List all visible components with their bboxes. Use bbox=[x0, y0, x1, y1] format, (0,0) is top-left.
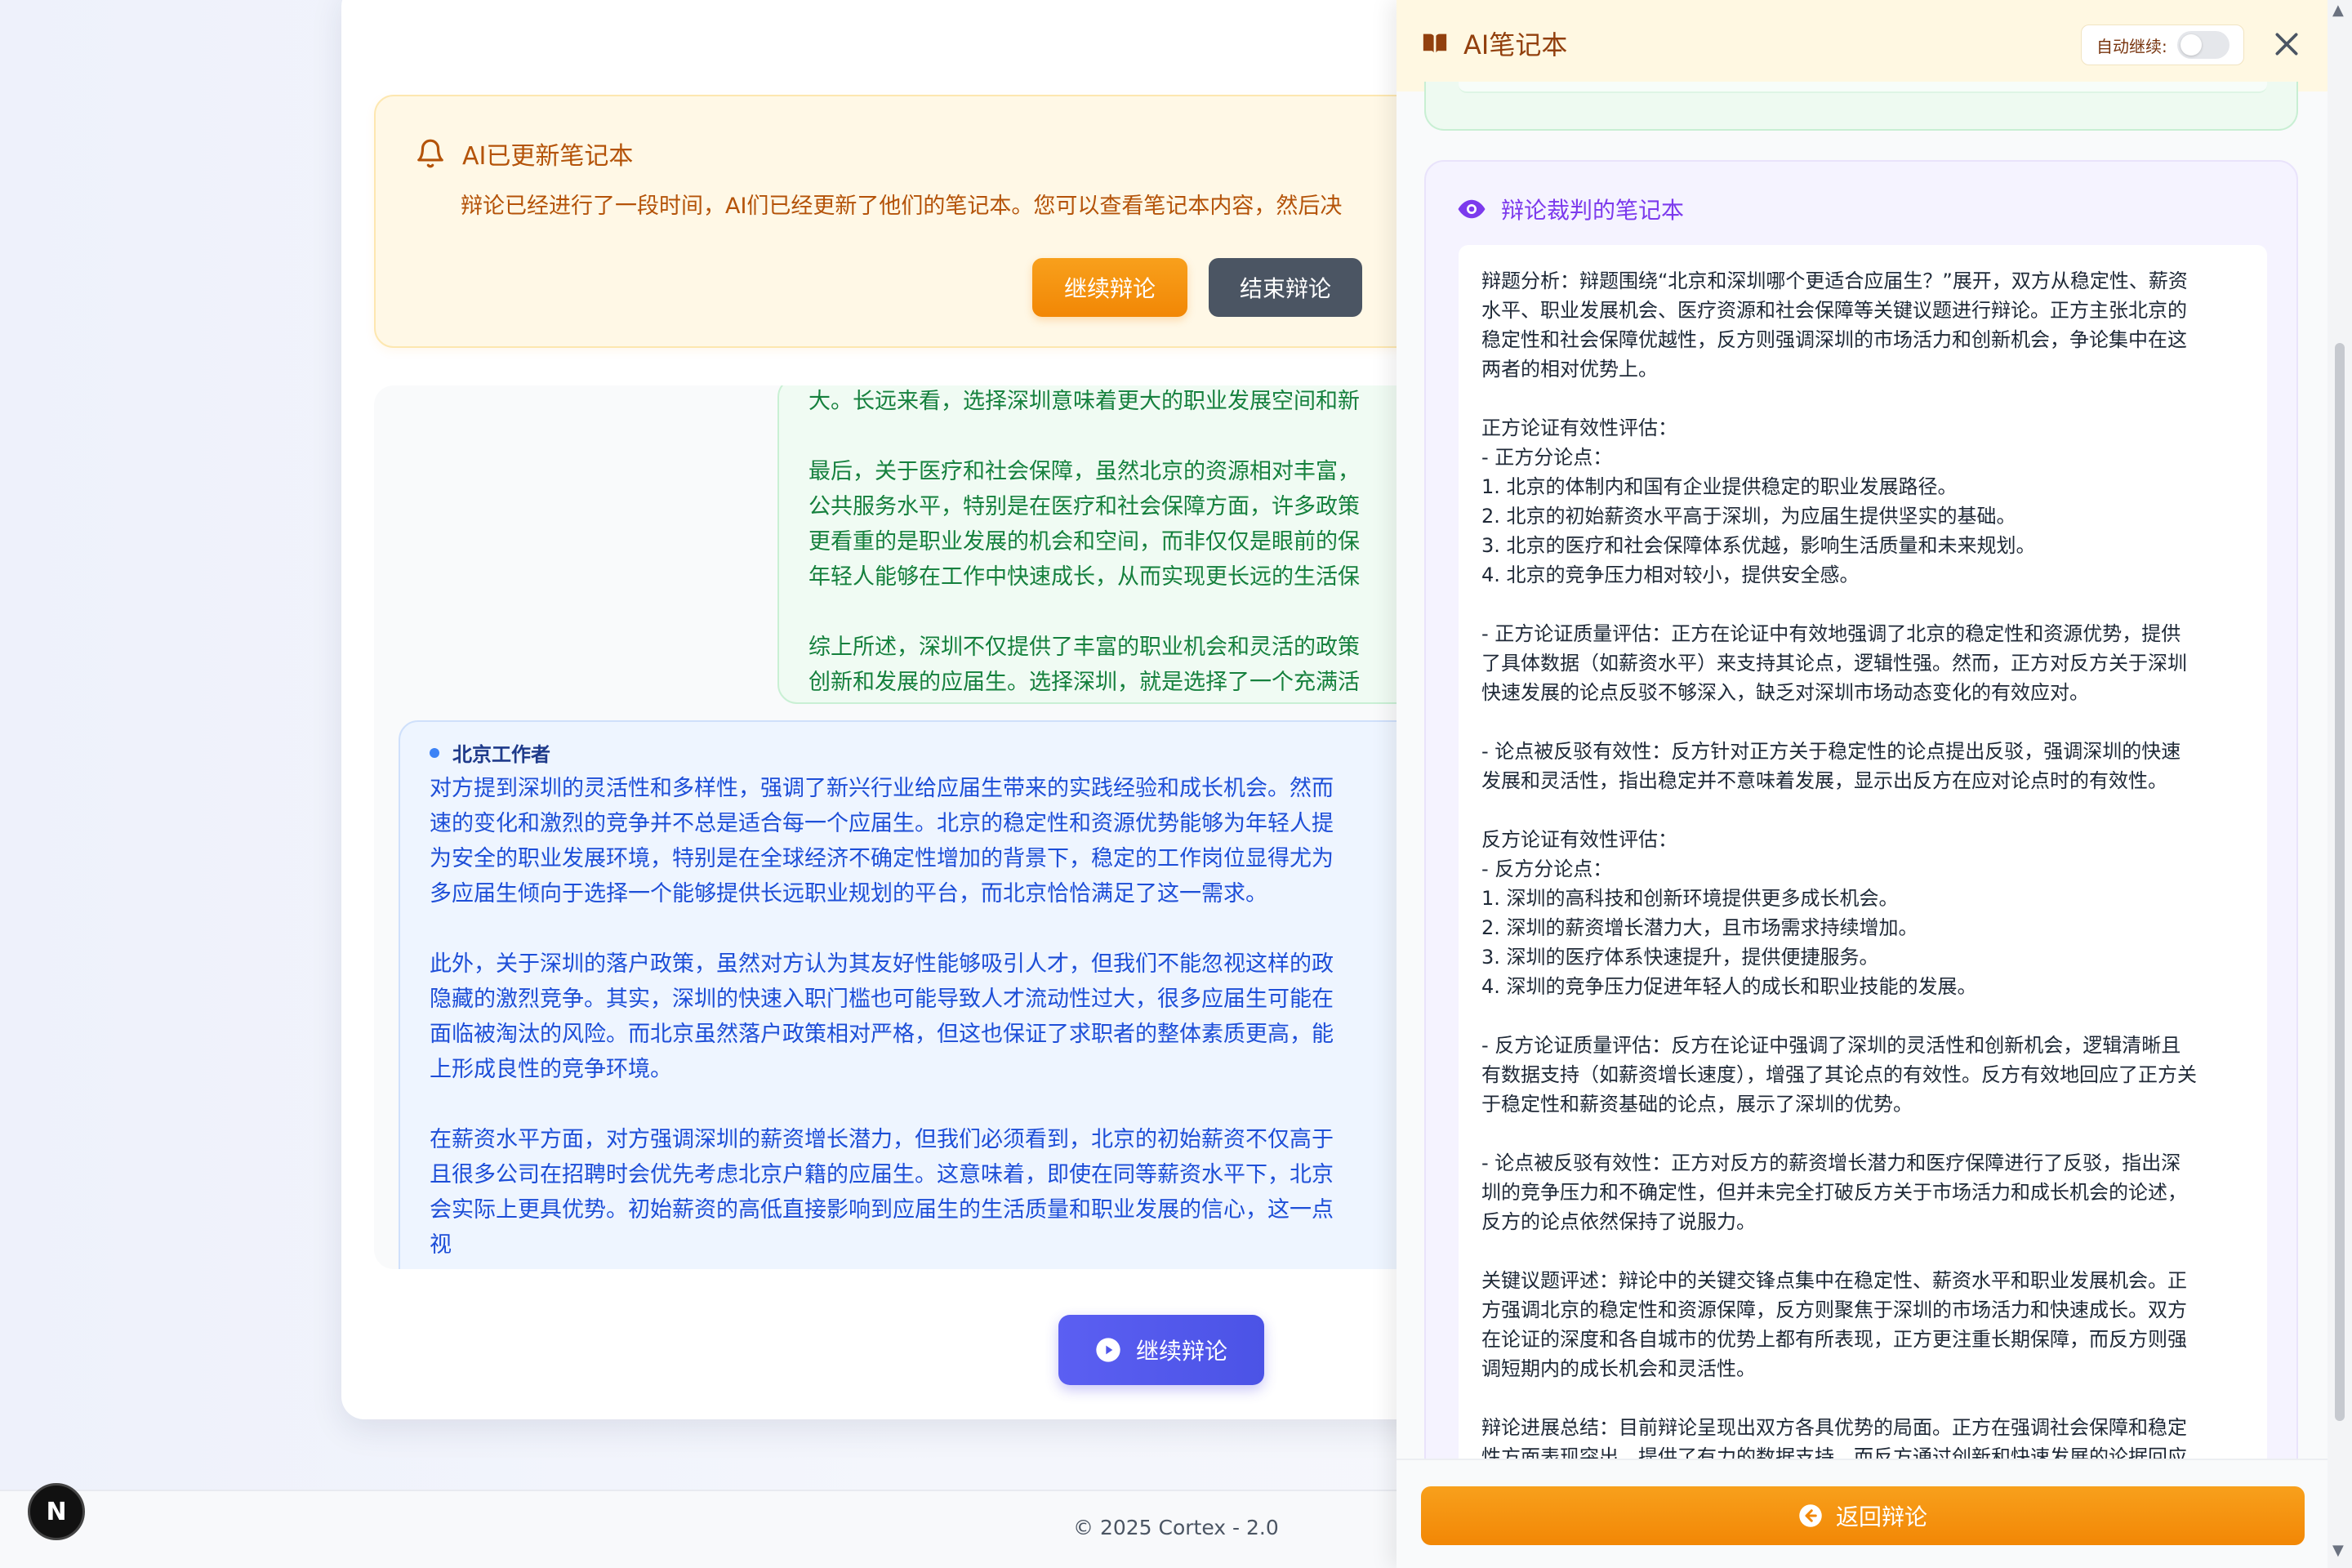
end-debate-button[interactable]: 结束辩论 bbox=[1209, 258, 1362, 317]
judge-note-line: 3. 深圳的医疗体系快速提升，提供便捷服务。 bbox=[1481, 946, 1879, 969]
judge-note-line: 调短期内的成长机会和灵活性。 bbox=[1481, 1357, 1756, 1380]
message-shenzhen: 大。长远来看，选择深圳意味着更大的职业发展空间和新 最后，关于医疗和社会保障，虽… bbox=[777, 385, 1452, 704]
judge-notebook-card: 辩论裁判的笔记本 辩题分析：辩题围绕“北京和深圳哪个更适合应届生？”展开，双方从… bbox=[1424, 160, 2298, 1499]
message-line: 多应届生倾向于选择一个能够提供长远职业规划的平台，而北京恰恰满足了这一需求。 bbox=[430, 881, 1267, 906]
auto-continue-control: 自动继续: bbox=[2081, 24, 2244, 65]
message-line: 综上所述，深圳不仅提供了丰富的职业机会和灵活的政策 bbox=[808, 635, 1360, 660]
speaker-dot-icon bbox=[430, 747, 439, 758]
continue-debate-button[interactable]: 继续辩论 bbox=[1032, 258, 1187, 317]
judge-note-line: 方强调北京的稳定性和资源保障，反方则聚焦于深圳的市场活力和快速成长。双方 bbox=[1481, 1298, 2187, 1321]
message-line: 对方提到深圳的灵活性和多样性，强调了新兴行业给应届生带来的实践经验和成长机会。然… bbox=[430, 776, 1334, 801]
scrollbar[interactable]: ▲ ▼ bbox=[2328, 0, 2352, 1568]
judge-note-line bbox=[1481, 1119, 2244, 1148]
judge-notebook-content[interactable]: 辩题分析：辩题围绕“北京和深圳哪个更适合应届生？”展开，双方从稳定性、薪资 水平、… bbox=[1459, 245, 2267, 1498]
judge-note-line: 了具体数据（如薪资水平）来支持其论点，逻辑性强。然而，正方对反方关于深圳 bbox=[1481, 652, 2187, 675]
judge-note-line: - 反方分论点： bbox=[1481, 858, 1613, 880]
notebook-update-notice: AI已更新笔记本 辩论已经进行了一段时间，AI们已经更新了他们的笔记本。您可以查… bbox=[374, 95, 1452, 348]
notebook-panel: AI笔记本 自动继续: 辩论裁判的笔记本 辩题分析：辩题围绕“北京和深圳哪个更适… bbox=[1396, 0, 2328, 1568]
message-line: 大。长远来看，选择深圳意味着更大的职业发展空间和新 bbox=[808, 389, 1360, 414]
judge-notebook-title: 辩论裁判的笔记本 bbox=[1501, 197, 1685, 224]
message-line: 且很多公司在招聘时会优先考虑北京户籍的应届生。这意味着，即使在同等薪资水平下，北… bbox=[430, 1162, 1334, 1187]
message-line: 创新和发展的应届生。选择深圳，就是选择了一个充满活 bbox=[808, 670, 1360, 695]
message-line: 公共服务水平，特别是在医疗和社会保障方面，许多政策 bbox=[808, 494, 1360, 519]
play-circle-icon bbox=[1096, 1338, 1120, 1362]
judge-note-line: 4. 深圳的竞争压力促进年轻人的成长和职业技能的发展。 bbox=[1481, 975, 1977, 998]
notice-text: 辩论已经进行了一段时间，AI们已经更新了他们的笔记本。您可以查看笔记本内容，然后… bbox=[461, 194, 1343, 219]
message-line: 面临被淘汰的风险。而北京虽然落户政策相对严格，但这也保证了求职者的整体素质更高，… bbox=[430, 1022, 1334, 1047]
judge-note-line: 于稳定性和薪资基础的论点，展示了深圳的优势。 bbox=[1481, 1093, 1913, 1116]
judge-note-line bbox=[1481, 590, 2244, 619]
judge-note-line: 关键议题评述：辩论中的关键交锋点集中在稳定性、薪资水平和职业发展机会。正 bbox=[1481, 1269, 2187, 1292]
judge-note-line bbox=[1481, 795, 2244, 825]
judge-note-line: 发展和灵活性，指出稳定并不意味着发展，显示出反方在应对论点时的有效性。 bbox=[1481, 769, 2167, 792]
judge-note-line: 水平、职业发展机会、医疗资源和社会保障等关键议题进行辩论。正方主张北京的 bbox=[1481, 299, 2187, 322]
message-line: 在薪资水平方面，对方强调深圳的薪资增长潜力，但我们必须看到，北京的初始薪资不仅高… bbox=[430, 1127, 1334, 1152]
judge-note-line: - 正方分论点： bbox=[1481, 446, 1613, 469]
auto-continue-toggle[interactable] bbox=[2176, 31, 2230, 59]
book-open-icon bbox=[1423, 33, 1447, 53]
judge-note-line: 快速发展的论点反驳不够深入，缺乏对深圳市场动态变化的有效应对。 bbox=[1481, 681, 2089, 704]
auto-continue-label: 自动继续: bbox=[2096, 36, 2167, 56]
message-line: 会实际上更具优势。初始薪资的高低直接影响到应届生的生活质量和职业发展的信心，这一… bbox=[430, 1197, 1334, 1223]
resume-debate-button[interactable]: 继续辩论 bbox=[1058, 1315, 1264, 1385]
message-line: 年轻人能够在工作中快速成长，从而实现更长远的生活保 bbox=[808, 564, 1360, 590]
message-line: 上形成良性的竞争环境。 bbox=[430, 1057, 672, 1082]
judge-note-line: 圳的竞争压力和不确定性，但并未完全打破反方关于市场活力和成长机会的论述， bbox=[1481, 1181, 2187, 1204]
judge-note-line: - 论点被反驳有效性：反方针对正方关于稳定性的论点提出反驳，强调深圳的快速 bbox=[1481, 740, 2181, 763]
judge-note-line bbox=[1481, 1236, 2244, 1266]
footer-copyright: © 2025 Cortex - 2.0 bbox=[1073, 1516, 1279, 1539]
panel-header: AI笔记本 自动继续: bbox=[1396, 0, 2328, 91]
previous-notebook-card bbox=[1424, 82, 2298, 131]
judge-note-line: 1. 深圳的高科技和创新环境提供更多成长机会。 bbox=[1481, 887, 1899, 910]
judge-note-line: - 正方论证质量评估：正方在论证中有效地强调了北京的稳定性和资源优势，提供 bbox=[1481, 622, 2181, 645]
judge-note-line bbox=[1481, 1001, 2244, 1031]
judge-note-line: 两者的相对优势上。 bbox=[1481, 358, 1658, 381]
judge-note-line: - 反方论证质量评估：反方在论证中强调了深圳的灵活性和创新机会，逻辑清晰且 bbox=[1481, 1034, 2181, 1057]
panel-footer: 返回辩论 bbox=[1396, 1459, 2328, 1568]
arrow-left-circle-icon bbox=[1799, 1504, 1822, 1527]
speaker-label: 北京工作者 bbox=[430, 738, 550, 767]
panel-title: AI笔记本 bbox=[1463, 29, 1568, 60]
judge-note-line bbox=[1481, 384, 2244, 413]
message-beijing: 北京工作者 对方提到深圳的灵活性和多样性，强调了新兴行业给应届生带来的实践经验和… bbox=[399, 720, 1452, 1269]
message-line: 为安全的职业发展环境，特别是在全球经济不确定性增加的背景下，稳定的工作岗位显得尤… bbox=[430, 846, 1334, 871]
judge-note-line: 反方论证有效性评估： bbox=[1481, 828, 1677, 851]
judge-note-line: 1. 北京的体制内和国有企业提供稳定的职业发展路径。 bbox=[1481, 475, 1958, 498]
message-line: 更看重的是职业发展的机会和空间，而非仅仅是眼前的保 bbox=[808, 529, 1360, 555]
judge-note-line bbox=[1481, 707, 2244, 737]
judge-note-line: 辩题分析：辩题围绕“北京和深圳哪个更适合应届生？”展开，双方从稳定性、薪资 bbox=[1481, 270, 2188, 292]
judge-note-line: 辩论进展总结：目前辩论呈现出双方各具优势的局面。正方在强调社会保障和稳定 bbox=[1481, 1416, 2187, 1439]
eye-icon bbox=[1458, 199, 1486, 219]
judge-note-line: 在论证的深度和各自城市的优势上都有所表现，正方更注重长期保障，而反方则强 bbox=[1481, 1328, 2187, 1351]
judge-note-line: 稳定性和社会保障优越性，反方则强调深圳的市场活力和创新机会，争论集中在这 bbox=[1481, 328, 2187, 351]
judge-note-line: 正方论证有效性评估： bbox=[1481, 416, 1677, 439]
judge-note-line: 2. 深圳的薪资增长潜力大，且市场需求持续增加。 bbox=[1481, 916, 1918, 939]
close-icon[interactable] bbox=[2270, 28, 2303, 60]
judge-note-line: 有数据支持（如薪资增长速度），增强了其论点的有效性。反方有效地回应了正方关 bbox=[1481, 1063, 2197, 1086]
message-line: 视 bbox=[430, 1232, 452, 1258]
message-line: 最后，关于医疗和社会保障，虽然北京的资源相对丰富， bbox=[808, 459, 1360, 484]
debate-card: AI已更新笔记本 辩论已经进行了一段时间，AI们已经更新了他们的笔记本。您可以查… bbox=[341, 0, 1452, 1419]
notice-title: AI已更新笔记本 bbox=[462, 142, 634, 171]
message-line: 速的变化和激烈的竞争并不总是适合每一个应届生。北京的稳定性和资源优势能够为年轻人… bbox=[430, 811, 1334, 836]
bell-icon bbox=[417, 139, 443, 168]
message-line: 此外，关于深圳的落户政策，虽然对方认为其友好性能够吸引人才，但我们不能忽视这样的… bbox=[430, 951, 1334, 977]
judge-note-line bbox=[1481, 1383, 2244, 1413]
scroll-down-icon[interactable]: ▼ bbox=[2332, 1542, 2344, 1559]
dev-tools-badge[interactable]: N bbox=[28, 1483, 85, 1540]
judge-note-line: 2. 北京的初始薪资水平高于深圳，为应届生提供坚实的基础。 bbox=[1481, 505, 2016, 528]
scroll-thumb[interactable] bbox=[2335, 343, 2345, 1421]
judge-note-line: 反方的论点依然保持了说服力。 bbox=[1481, 1210, 1756, 1233]
message-list[interactable]: 大。长远来看，选择深圳意味着更大的职业发展空间和新 最后，关于医疗和社会保障，虽… bbox=[374, 385, 1452, 1269]
message-body: 对方提到深圳的灵活性和多样性，强调了新兴行业给应届生带来的实践经验和成长机会。然… bbox=[430, 771, 1334, 1263]
message-line: 隐藏的激烈竞争。其实，深圳的快速入职门槛也可能导致人才流动性过大，很多应届生可能… bbox=[430, 987, 1334, 1012]
return-to-debate-button[interactable]: 返回辩论 bbox=[1421, 1486, 2305, 1545]
judge-note-line: 4. 北京的竞争压力相对较小，提供安全感。 bbox=[1481, 564, 1860, 586]
judge-note-line: 3. 北京的医疗和社会保障体系优越，影响生活质量和未来规划。 bbox=[1481, 534, 2036, 557]
judge-note-line: - 论点被反驳有效性：正方对反方的薪资增长潜力和医疗保障进行了反驳，指出深 bbox=[1481, 1152, 2181, 1174]
scroll-up-icon[interactable]: ▲ bbox=[2332, 2, 2344, 19]
